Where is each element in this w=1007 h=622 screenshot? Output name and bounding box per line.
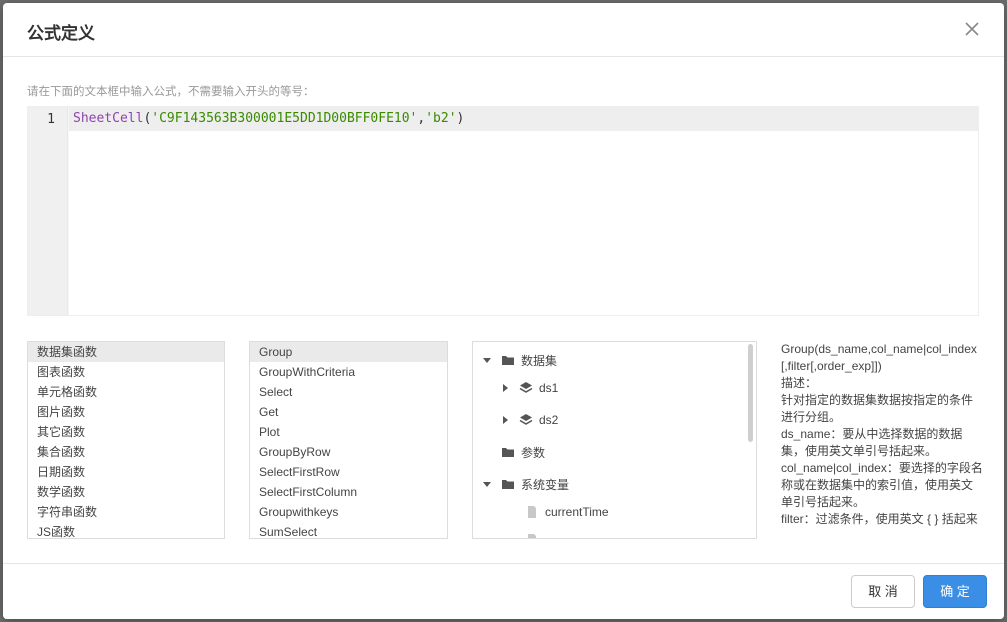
- caret-down-icon[interactable]: [481, 478, 493, 490]
- tree-scrollbar[interactable]: [748, 344, 753, 442]
- tree-node-current-time[interactable]: currentTime: [525, 502, 609, 522]
- category-item[interactable]: 单元格函数: [28, 382, 224, 402]
- formula-dialog: 公式定义 请在下面的文本框中输入公式，不需要输入开头的等号： 1 SheetCe…: [3, 3, 1004, 619]
- category-item[interactable]: 日期函数: [28, 462, 224, 482]
- category-item[interactable]: 其它函数: [28, 422, 224, 442]
- function-item[interactable]: GroupByRow: [250, 442, 447, 462]
- function-item[interactable]: Get: [250, 402, 447, 422]
- file-icon: [528, 534, 536, 538]
- function-item[interactable]: SelectFirstColumn: [250, 482, 447, 502]
- function-item[interactable]: SumSelect: [250, 522, 447, 538]
- code-arg-cell: 'b2': [425, 111, 457, 126]
- tree-node-dataset[interactable]: 数据集: [481, 350, 557, 370]
- function-item[interactable]: GroupWithCriteria: [250, 362, 447, 382]
- formula-hint: 请在下面的文本框中输入公式，不需要输入开头的等号：: [27, 84, 315, 98]
- category-item[interactable]: 数学函数: [28, 482, 224, 502]
- variable-tree[interactable]: 数据集 ds1 ds2 参数 系统变量 currentTime: [472, 341, 757, 539]
- layers-icon: [519, 414, 533, 425]
- code-arg-dataset: 'C9F143563B300001E5DD1D00BFF0FE10': [151, 111, 418, 126]
- tree-label: ds1: [539, 381, 559, 395]
- desc-param-filter: filter：过滤条件，使用英文 { } 括起来: [781, 512, 978, 526]
- function-list[interactable]: Group GroupWithCriteria Select Get Plot …: [249, 341, 448, 539]
- category-item[interactable]: JS函数: [28, 522, 224, 538]
- tree-label: currentTime: [545, 505, 609, 519]
- category-item[interactable]: 数据集函数: [28, 342, 224, 362]
- formula-code[interactable]: SheetCell('C9F143563B300001E5DD1D00BFF0F…: [73, 111, 464, 126]
- folder-icon: [502, 448, 514, 457]
- editor-gutter: 1: [28, 107, 68, 315]
- layers-icon: [519, 382, 533, 393]
- folder-icon: [502, 480, 514, 489]
- tree-label: 系统变量: [521, 477, 570, 492]
- function-item[interactable]: Select: [250, 382, 447, 402]
- function-item[interactable]: SelectFirstRow: [250, 462, 447, 482]
- tree-node-params[interactable]: 参数: [501, 442, 545, 462]
- tree-node-partial: [525, 530, 545, 538]
- code-function-name: SheetCell: [73, 111, 144, 126]
- tree-label: ds2: [539, 413, 559, 427]
- function-item[interactable]: Plot: [250, 422, 447, 442]
- tree-node-ds2[interactable]: ds2: [499, 410, 558, 430]
- code-area[interactable]: SheetCell('C9F143563B300001E5DD1D00BFF0F…: [69, 107, 978, 315]
- function-description: Group(ds_name,col_name|col_index[,filter…: [781, 341, 983, 539]
- cancel-button[interactable]: 取 消: [851, 575, 915, 608]
- desc-param-ds-name: ds_name：要从中选择数据的数据集，使用英文单引号括起来。: [781, 427, 963, 458]
- desc-heading: 描述：: [781, 376, 818, 390]
- file-icon: [528, 506, 536, 518]
- function-item[interactable]: Groupwithkeys: [250, 502, 447, 522]
- tree-node-ds1[interactable]: ds1: [499, 378, 558, 398]
- caret-right-icon[interactable]: [499, 382, 511, 394]
- tree-label: 参数: [521, 445, 546, 460]
- function-item[interactable]: Group: [250, 342, 447, 362]
- desc-param-col: col_name|col_index：要选择的字段名称或在数据集中的索引值，使用…: [781, 461, 983, 509]
- category-item[interactable]: 图表函数: [28, 362, 224, 382]
- tree-label: 数据集: [521, 353, 558, 368]
- close-icon[interactable]: [960, 17, 984, 41]
- desc-signature: Group(ds_name,col_name|col_index[,filter…: [781, 342, 977, 373]
- line-number: 1: [47, 112, 55, 127]
- tree-node-sysvars[interactable]: 系统变量: [481, 474, 569, 494]
- code-close-paren: ): [456, 111, 465, 126]
- dialog-title: 公式定义: [27, 24, 95, 44]
- dialog-footer: 取 消 确 定: [3, 563, 1004, 619]
- folder-icon: [502, 356, 514, 365]
- caret-right-icon[interactable]: [499, 414, 511, 426]
- category-item[interactable]: 图片函数: [28, 402, 224, 422]
- ok-button[interactable]: 确 定: [923, 575, 987, 608]
- category-item[interactable]: 集合函数: [28, 442, 224, 462]
- category-list[interactable]: 数据集函数 图表函数 单元格函数 图片函数 其它函数 集合函数 日期函数 数学函…: [27, 341, 225, 539]
- dialog-header: 公式定义: [3, 3, 1004, 57]
- caret-down-icon[interactable]: [481, 354, 493, 366]
- formula-editor[interactable]: 1 SheetCell('C9F143563B300001E5DD1D00BFF…: [27, 106, 979, 316]
- desc-summary: 针对指定的数据集数据按指定的条件进行分组。: [781, 393, 974, 424]
- category-item[interactable]: 字符串函数: [28, 502, 224, 522]
